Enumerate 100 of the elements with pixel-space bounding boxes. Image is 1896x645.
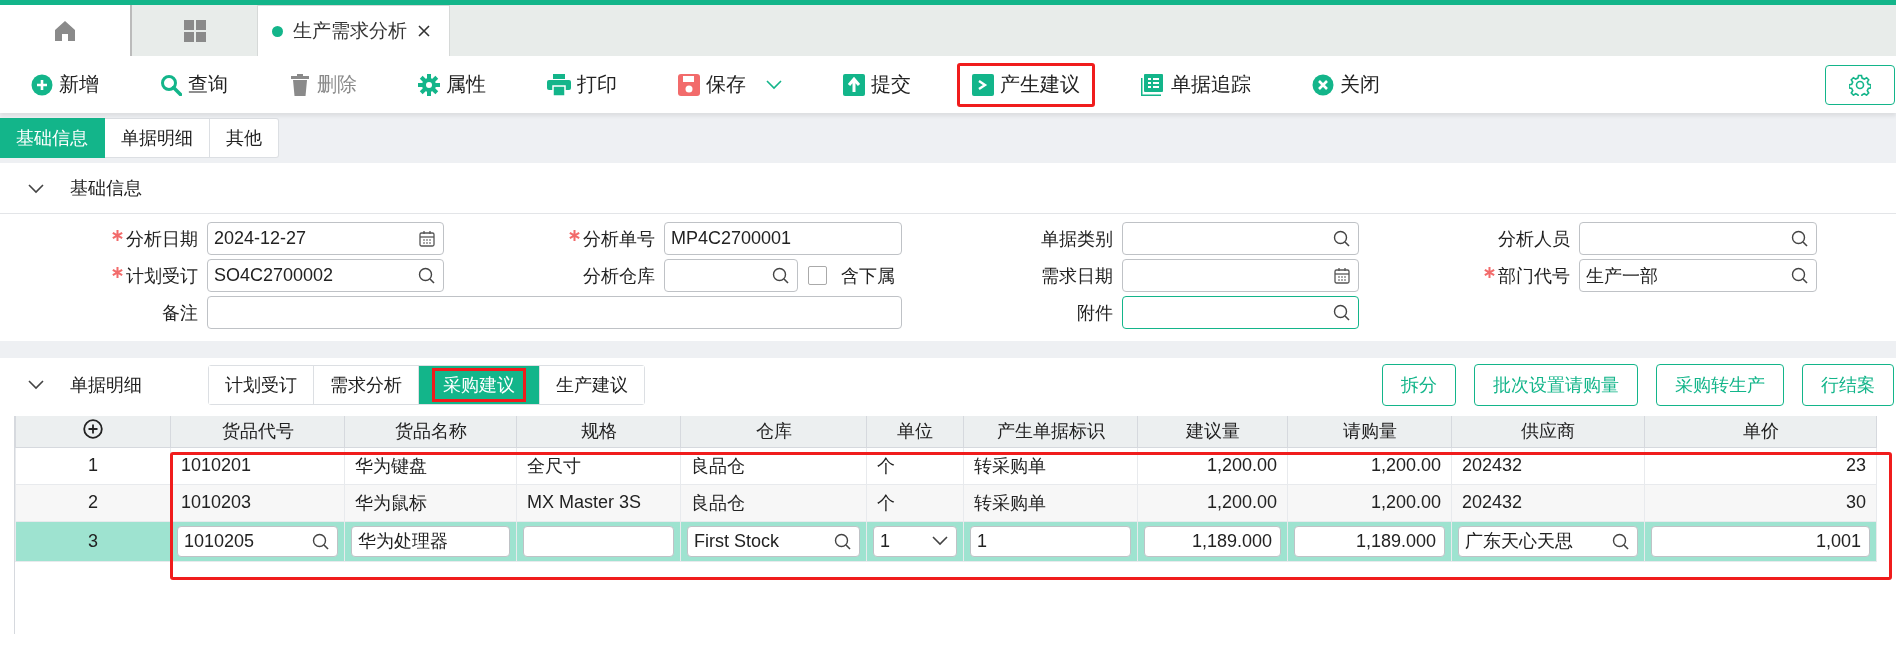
table-cell: 202432 [1451, 484, 1645, 521]
search-icon [1333, 304, 1350, 321]
generate-button[interactable]: 产生建议 [957, 62, 1095, 107]
field-label: 部门代号 [1498, 264, 1570, 288]
table-cell: 1,200.00 [1287, 484, 1452, 521]
gear-icon [418, 73, 440, 96]
field-label: 分析日期 [126, 227, 198, 251]
collapse-chevron-icon[interactable] [28, 380, 44, 390]
field-label: 备注 [162, 301, 198, 325]
column-header: 单价 [1644, 416, 1877, 447]
chevron-down-icon [932, 536, 948, 546]
close-icon[interactable] [417, 24, 431, 38]
field-label: 附件 [1077, 301, 1113, 325]
table-cell: 华为键盘 [344, 447, 517, 484]
column-header: 货品名称 [344, 416, 517, 447]
table-cell: 23 [1644, 447, 1877, 484]
query-button[interactable]: 查询 [145, 62, 243, 107]
search-icon [834, 532, 851, 550]
date-field[interactable]: 2024-12-27 [207, 222, 444, 255]
properties-button[interactable]: 属性 [403, 62, 501, 107]
table-cell: 个 [866, 484, 964, 521]
input-field[interactable]: 1,189.000 [1294, 525, 1445, 557]
add-row-icon[interactable] [83, 418, 103, 439]
document-tab[interactable]: 生产需求分析 [257, 5, 450, 56]
lookup-field[interactable]: 生产一部 [1579, 259, 1817, 292]
lookup-field[interactable] [1122, 296, 1359, 329]
lookup-field[interactable] [664, 259, 798, 292]
submit-button[interactable]: 提交 [828, 62, 926, 107]
table-cell: 1010203 [170, 484, 345, 521]
new-button[interactable]: 新增 [16, 62, 114, 107]
table-cell: 202432 [1451, 447, 1645, 484]
search-icon [1612, 532, 1629, 550]
table-cell: 转采购单 [963, 484, 1138, 521]
trash-icon [289, 73, 311, 96]
close-button[interactable]: 关闭 [1297, 62, 1395, 107]
search-icon [1333, 230, 1350, 247]
search-icon [312, 532, 329, 550]
checkbox[interactable] [808, 266, 827, 285]
detail-tab[interactable]: 计划受订 [209, 365, 314, 404]
table-row[interactable]: 3 1010205 华为处理器 First Stock 1 1 1,189.000 1,189.000 广东天心天思 1,001 [15, 521, 1877, 561]
remarks-field[interactable] [207, 296, 902, 329]
row-number: 2 [15, 484, 171, 521]
input-field[interactable] [523, 525, 674, 557]
save-button[interactable]: 保存 [663, 62, 797, 107]
input-field[interactable]: 1,189.000 [1144, 525, 1281, 557]
table-cell: 1,200.00 [1137, 447, 1288, 484]
plus-circle-icon [31, 73, 53, 96]
document-list-icon [1141, 73, 1165, 96]
home-tab[interactable] [0, 5, 130, 56]
column-header: 建议量 [1137, 416, 1288, 447]
input-field[interactable]: MP4C2700001 [664, 222, 902, 255]
table-row[interactable]: 2 1010203 华为鼠标 MX Master 3S 良品仓 个 转采购单 1,200.00 1,200.00 202432 30 [15, 484, 1877, 521]
lookup-field[interactable] [1122, 222, 1359, 255]
field-label: 分析人员 [1498, 227, 1570, 251]
date-field[interactable] [1122, 259, 1359, 292]
search-icon [418, 267, 435, 284]
table-row[interactable]: 1 1010201 华为键盘 全尺寸 良品仓 个 转采购单 1,200.00 1,200.00 202432 23 [15, 447, 1877, 484]
tab-title: 生产需求分析 [293, 19, 407, 43]
settings-button[interactable] [1825, 64, 1895, 105]
trace-button[interactable]: 单据追踪 [1126, 62, 1266, 107]
table-cell: 1,200.00 [1287, 447, 1452, 484]
section-title: 单据明细 [70, 373, 143, 397]
lookup-field[interactable]: 1010205 [177, 525, 338, 557]
home-icon[interactable] [53, 18, 77, 43]
row-number: 3 [15, 521, 171, 561]
search-icon [1791, 230, 1808, 247]
table-cell: 1,200.00 [1137, 484, 1288, 521]
terminal-icon [972, 73, 994, 96]
field-label: 单据类别 [1041, 227, 1113, 251]
close-circle-icon [1312, 73, 1334, 96]
column-header: 请购量 [1287, 416, 1452, 447]
table-cell: 良品仓 [680, 484, 867, 521]
table-cell: 华为鼠标 [344, 484, 517, 521]
row-number: 1 [15, 447, 171, 484]
section-title: 基础信息 [70, 177, 142, 200]
collapse-chevron-icon[interactable] [28, 183, 44, 194]
calendar-icon [419, 230, 435, 247]
table-cell: 良品仓 [680, 447, 867, 484]
lookup-field[interactable]: 广东天心天思 [1458, 525, 1638, 557]
column-header: 仓库 [680, 416, 867, 447]
input-field[interactable]: 1,001 [1651, 525, 1870, 557]
print-button[interactable]: 打印 [532, 62, 632, 107]
form-tab[interactable]: 单据明细 [105, 118, 210, 158]
form-tab[interactable]: 其他 [210, 118, 279, 158]
printer-icon [547, 73, 571, 96]
lookup-field[interactable]: SO4C2700002 [207, 259, 444, 292]
table-cell: 30 [1644, 484, 1877, 521]
input-field[interactable]: 1 [970, 525, 1131, 557]
field-label: 计划受订 [126, 264, 198, 288]
table-cell: 转采购单 [963, 447, 1138, 484]
table-cell: 1010201 [170, 447, 345, 484]
settings-icon [1849, 73, 1871, 96]
input-field[interactable]: 华为处理器 [351, 525, 510, 557]
grid-icon[interactable] [182, 18, 207, 43]
search-icon [160, 73, 182, 96]
lookup-field[interactable] [1579, 222, 1817, 255]
select-field[interactable]: 1 [873, 525, 957, 557]
column-header: 货品代号 [170, 416, 345, 447]
search-icon [772, 267, 789, 284]
lookup-field[interactable]: First Stock [687, 525, 860, 557]
